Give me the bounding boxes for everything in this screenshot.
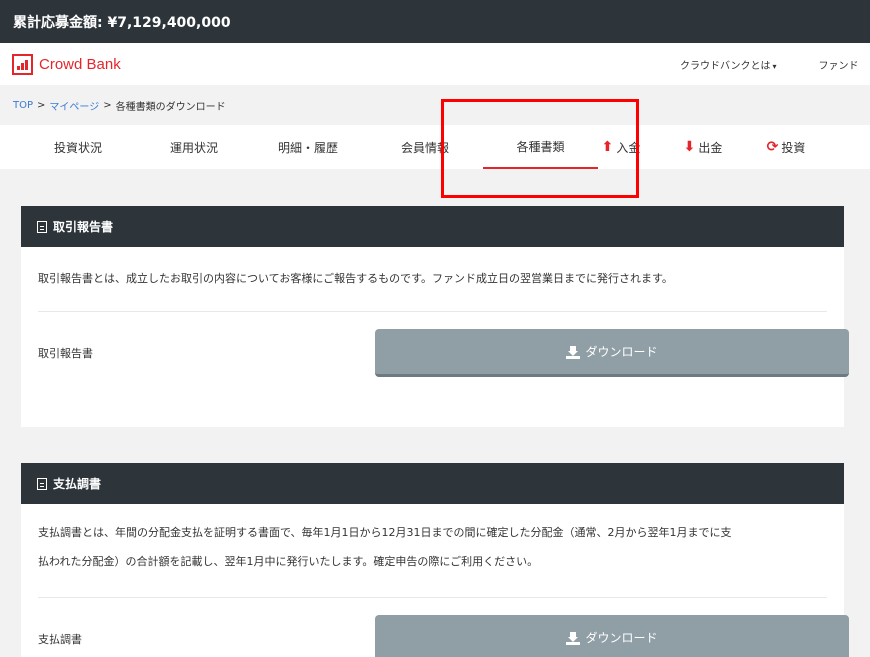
header-nav: クラウドバンクとは ▾ ファンド [680,43,859,85]
nav-about[interactable]: クラウドバンクとは ▾ [680,57,777,72]
tab-label: 投資状況 [53,140,102,155]
document-icon [37,477,47,490]
breadcrumb-separator: > [37,99,46,111]
total-amount-bar: 累計応募金額: ¥7,129,400,000 [0,0,870,43]
breadcrumb-mypage[interactable]: マイページ [49,98,99,113]
trade-report-card: 取引報告書 取引報告書とは、成立したお取引の内容についてお客様にご報告するもので… [21,206,849,427]
tab-label: 明細・履歴 [277,140,338,155]
caret-down-icon: ▾ [772,61,777,71]
tab-label: 投資 [781,140,806,155]
description-line: 払われた分配金）の合計額を記載し、翌年1月中に発行いたします。確定申告の際にご利… [38,555,539,568]
total-amount-label: 累計応募金額: ¥7,129,400,000 [13,14,231,31]
card-header: 取引報告書 [21,206,844,247]
site-header: Crowd Bank クラウドバンクとは ▾ ファンド [0,43,870,85]
breadcrumb: TOP > マイページ > 各種書類のダウンロード [0,85,870,125]
download-button-label: ダウンロード [585,345,658,359]
document-icon [37,220,47,233]
card-title: 取引報告書 [53,220,114,234]
breadcrumb-separator: > [103,99,112,111]
logo-text: Crowd Bank [39,55,121,73]
arrow-down-icon: ⬇ [683,139,696,155]
tab-invest-status[interactable]: 投資状況 [36,125,120,169]
tab-label: 運用状況 [169,140,218,155]
logo-icon [12,53,33,75]
download-button-label: ダウンロード [585,631,658,645]
logo[interactable]: Crowd Bank [12,53,121,75]
refresh-icon: ⟳ [766,139,779,155]
card-header: 支払調書 [21,463,844,504]
tab-invest[interactable]: ⟳ 投資 [760,125,812,169]
nav-fund[interactable]: ファンド [819,57,859,72]
card-description: 取引報告書とは、成立したお取引の内容についてお客様にご報告するものです。ファンド… [38,272,673,285]
tab-statement-history[interactable]: 明細・履歴 [266,125,350,169]
description-line: 支払調書とは、年間の分配金支払を証明する書面で、毎年1月1日から12月31日まで… [38,526,732,539]
download-row: 支払調書 ダウンロード [38,597,849,657]
mypage-tabs: 投資状況 運用状況 明細・履歴 会員情報 各種書類 ⬆ 入金 ⬇ 出金 ⟳ 投資 [0,125,870,169]
payment-report-card: 支払調書 支払調書とは、年間の分配金支払を証明する書面で、毎年1月1日から12月… [21,463,849,657]
tab-withdraw[interactable]: ⬇ 出金 [678,125,728,169]
download-button[interactable]: ダウンロード [375,615,849,657]
download-row: 取引報告書 ダウンロード [38,311,849,401]
card-title: 支払調書 [53,477,102,491]
breadcrumb-top[interactable]: TOP [13,100,33,111]
tab-operation-status[interactable]: 運用状況 [152,125,236,169]
card-description: 支払調書とは、年間の分配金支払を証明する書面で、毎年1月1日から12月31日まで… [21,504,844,576]
row-label: 支払調書 [38,633,82,646]
tab-label: 出金 [698,140,723,155]
row-label: 取引報告書 [38,347,93,360]
annotation-highlight-box [441,99,639,198]
download-icon [566,631,581,645]
nav-about-label: クラウドバンクとは [680,60,771,72]
breadcrumb-current: 各種書類のダウンロード [115,101,226,113]
download-button[interactable]: ダウンロード [375,329,849,377]
download-icon [566,345,581,359]
